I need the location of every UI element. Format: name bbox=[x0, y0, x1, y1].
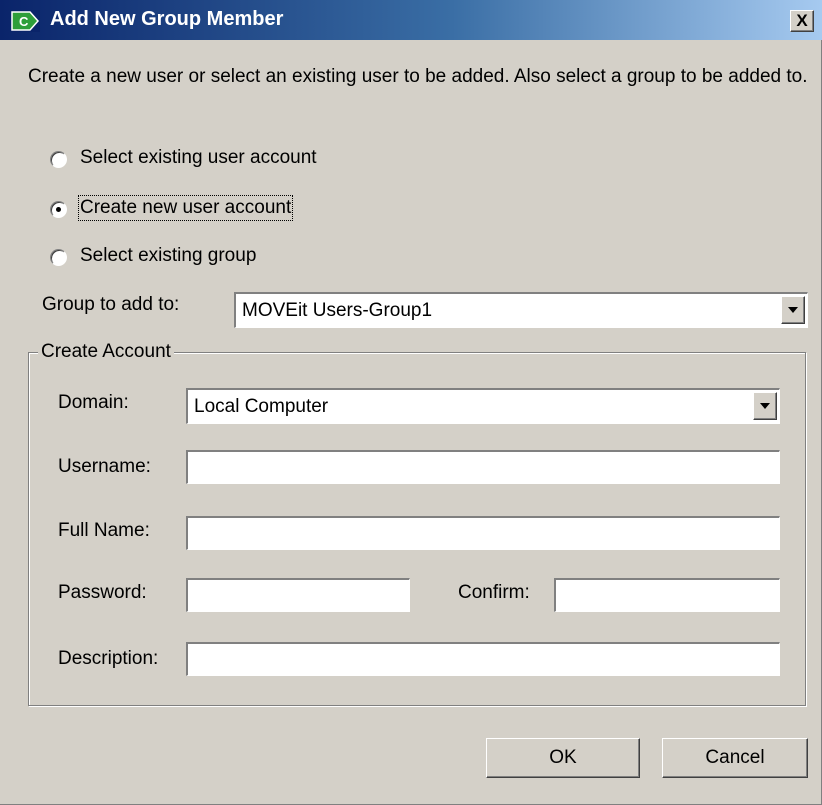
chevron-down-icon[interactable] bbox=[781, 296, 805, 324]
cancel-button[interactable]: Cancel bbox=[662, 738, 808, 778]
group-select[interactable]: MOVEit Users-Group1 bbox=[234, 292, 808, 328]
group-to-add-label: Group to add to: bbox=[42, 294, 180, 315]
add-group-member-dialog: C Add New Group Member X Create a new us… bbox=[0, 0, 822, 805]
window-title: Add New Group Member bbox=[50, 8, 284, 30]
radio-selected-dot bbox=[56, 207, 61, 212]
password-field[interactable] bbox=[186, 578, 410, 612]
description-field[interactable] bbox=[186, 642, 780, 676]
radio-circle[interactable] bbox=[50, 201, 67, 218]
domain-select[interactable]: Local Computer bbox=[186, 388, 780, 424]
username-label: Username: bbox=[58, 456, 151, 477]
radio-circle[interactable] bbox=[50, 249, 67, 266]
close-icon: X bbox=[796, 11, 808, 30]
group-select-value: MOVEit Users-Group1 bbox=[242, 300, 433, 321]
full-name-label: Full Name: bbox=[58, 520, 150, 541]
full-name-field[interactable] bbox=[186, 516, 780, 550]
app-logo-icon: C bbox=[10, 10, 40, 32]
domain-select-value: Local Computer bbox=[194, 396, 329, 417]
password-label: Password: bbox=[58, 582, 147, 603]
domain-label: Domain: bbox=[58, 392, 129, 413]
confirm-password-field[interactable] bbox=[554, 578, 780, 612]
confirm-label: Confirm: bbox=[458, 582, 530, 603]
instruction-text: Create a new user or select an existing … bbox=[28, 66, 808, 87]
create-account-legend: Create Account bbox=[38, 341, 174, 363]
radio-label: Create new user account bbox=[77, 195, 294, 221]
chevron-down-icon[interactable] bbox=[753, 392, 777, 420]
ok-button[interactable]: OK bbox=[486, 738, 640, 778]
radio-label: Select existing group bbox=[80, 245, 257, 266]
svg-text:C: C bbox=[19, 14, 29, 29]
close-button[interactable]: X bbox=[790, 10, 814, 32]
radio-label: Select existing user account bbox=[80, 147, 317, 168]
username-field[interactable] bbox=[186, 450, 780, 484]
radio-circle[interactable] bbox=[50, 151, 67, 168]
description-label: Description: bbox=[58, 648, 159, 669]
title-bar[interactable]: C Add New Group Member X bbox=[0, 0, 822, 40]
